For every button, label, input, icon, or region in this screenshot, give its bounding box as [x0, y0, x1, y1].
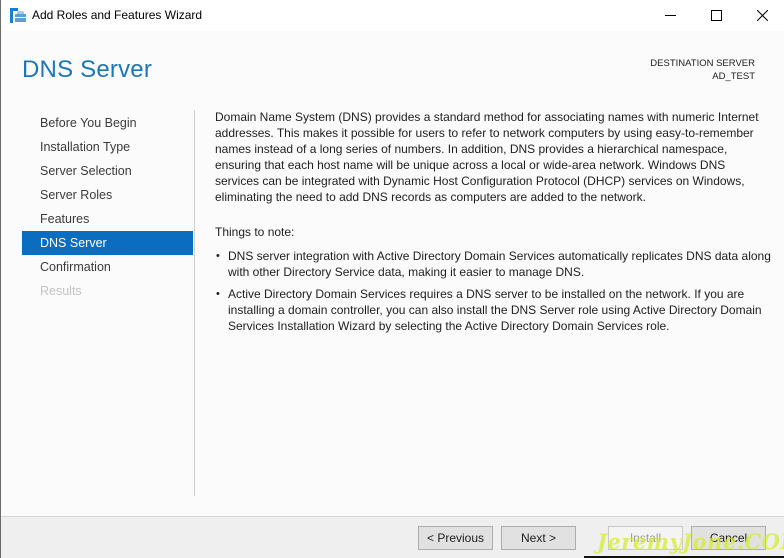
title-bar[interactable]: Add Roles and Features Wizard: [1, 0, 784, 31]
next-button[interactable]: Next >: [501, 526, 576, 550]
list-item: • Active Directory Domain Services requi…: [215, 286, 771, 334]
notes-list: • DNS server integration with Active Dir…: [215, 248, 771, 334]
destination-server-info: DESTINATION SERVER AD_TEST: [650, 57, 755, 83]
note-text: Active Directory Domain Services require…: [228, 287, 762, 333]
install-button: Install: [608, 526, 683, 550]
content-pane: Domain Name System (DNS) provides a stan…: [215, 109, 771, 340]
nav-item-dns-server[interactable]: DNS Server: [22, 231, 193, 255]
minimize-button[interactable]: [647, 0, 693, 31]
nav-item-features[interactable]: Features: [22, 207, 193, 231]
wizard-window: Add Roles and Features Wizard DNS Server…: [0, 0, 784, 558]
list-item: • DNS server integration with Active Dir…: [215, 248, 771, 280]
server-manager-app-icon: [10, 8, 27, 23]
wizard-steps-nav: Before You Begin Installation Type Serve…: [22, 111, 193, 303]
maximize-icon: [710, 10, 722, 21]
close-icon: [756, 10, 768, 21]
bullet-icon: •: [216, 288, 220, 300]
maximize-button[interactable]: [693, 0, 739, 31]
close-button[interactable]: [739, 0, 784, 31]
page-title: DNS Server: [22, 56, 153, 83]
bullet-icon: •: [216, 250, 220, 262]
destination-server-label: DESTINATION SERVER: [650, 58, 755, 69]
window-title: Add Roles and Features Wizard: [32, 8, 203, 22]
note-text: DNS server integration with Active Direc…: [228, 249, 771, 279]
nav-item-before-you-begin[interactable]: Before You Begin: [22, 111, 193, 135]
minimize-icon: [664, 10, 676, 21]
dns-description: Domain Name System (DNS) provides a stan…: [215, 110, 759, 204]
nav-item-server-roles[interactable]: Server Roles: [22, 183, 193, 207]
things-to-note-label: Things to note:: [215, 225, 295, 239]
cancel-button[interactable]: Cancel: [691, 526, 766, 550]
destination-server-name: AD_TEST: [712, 71, 755, 82]
nav-item-server-selection[interactable]: Server Selection: [22, 159, 193, 183]
nav-item-installation-type[interactable]: Installation Type: [22, 135, 193, 159]
previous-button[interactable]: < Previous: [418, 526, 493, 550]
nav-item-confirmation[interactable]: Confirmation: [22, 255, 193, 279]
nav-divider: [194, 110, 195, 496]
nav-item-results: Results: [40, 284, 82, 298]
